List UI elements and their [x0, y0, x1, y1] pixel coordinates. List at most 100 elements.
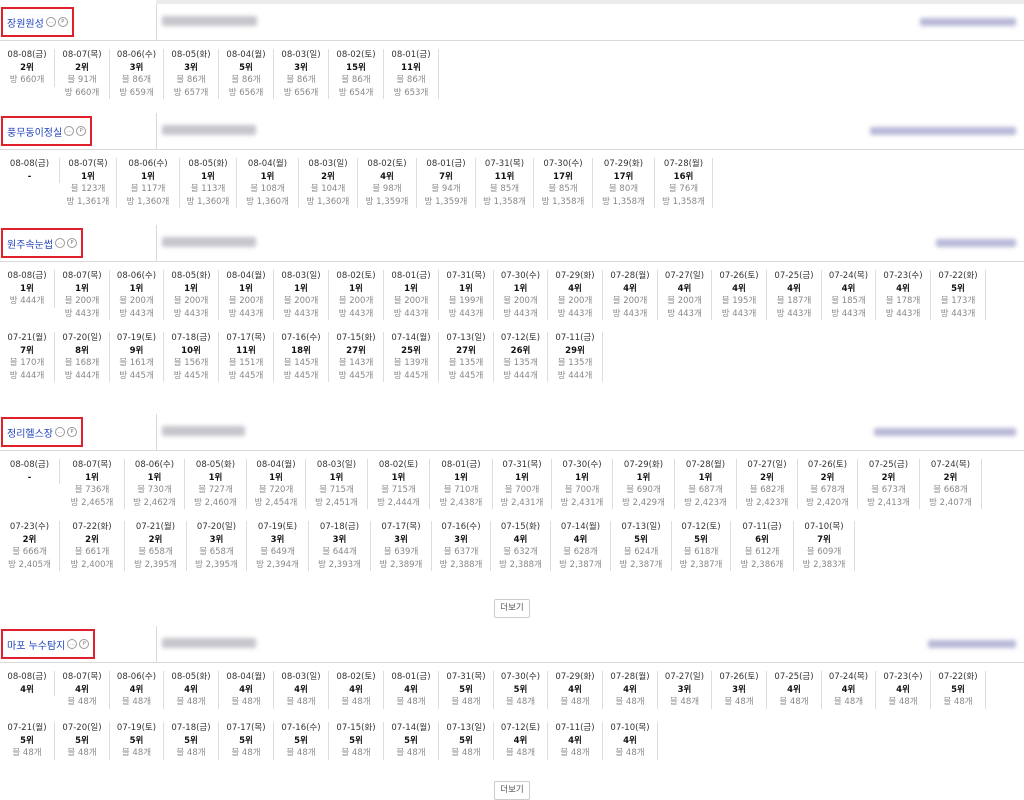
rank-cell: 08-07(목) 2위 블 91개 방 660개	[55, 49, 110, 99]
rank-value: 1위	[184, 283, 198, 294]
rank-value: 5위	[294, 735, 308, 746]
count-value: 블 715개	[381, 485, 416, 495]
count-value: 블 727개	[198, 485, 233, 495]
rank-value: 5위	[694, 534, 708, 545]
rank-cell: 08-05(화) 1위 블 727개 방 2,460개	[185, 459, 247, 509]
load-more-button[interactable]: 더보기	[494, 599, 530, 618]
rank-value: 1위	[269, 472, 283, 483]
date-label: 07-30(수)	[543, 159, 583, 169]
count-value: 방 443개	[448, 308, 484, 319]
rank-cell: 08-01(금) 1위 블 710개 방 2,438개	[430, 459, 493, 509]
rank-cell: 07-31(목) 1위 블 700개 방 2,431개	[493, 459, 552, 509]
date-label: 08-07(목)	[62, 50, 102, 60]
rank-cell: 08-04(월) 1위 블 720개 방 2,454개	[247, 459, 306, 509]
rank-cell: 07-12(토) 5위 블 618개 방 2,387개	[672, 521, 731, 571]
rank-value: 3위	[394, 534, 408, 545]
date-label: 07-13(일)	[446, 333, 486, 343]
keyword-label[interactable]: 마포 누수탐지	[7, 637, 65, 652]
more-icon[interactable]: …	[64, 126, 75, 136]
date-label: 07-30(수)	[500, 271, 541, 281]
date-label: 08-05(화)	[188, 159, 228, 169]
date-label: 07-27(일)	[664, 672, 705, 682]
date-label: 07-21(월)	[7, 333, 47, 343]
count-value: 블 609개	[806, 547, 842, 557]
date-label: 08-03(일)	[281, 672, 321, 682]
rank-cell: 07-28(월) 16위 블 76개 방 1,358개	[655, 158, 713, 208]
rank-cell: 08-05(화) 1위 블 113개 방 1,360개	[180, 158, 237, 208]
keyword-tag[interactable]: 원주속눈썹… P	[1, 228, 83, 258]
rank-cell: 07-12(토) 26위 블 135개 방 444개	[494, 332, 548, 382]
rank-value: 1위	[513, 283, 528, 294]
count-value: 블 48개	[560, 748, 590, 758]
date-label: 07-27(일)	[664, 271, 705, 281]
rank-cell: 07-29(화) 4위 블 48개	[548, 671, 603, 709]
count-value: 방 443개	[338, 308, 374, 319]
keyword-tag[interactable]: 마포 누수탐지… P	[1, 629, 96, 659]
pin-icon[interactable]: P	[67, 427, 77, 437]
rank-value: 1위	[515, 472, 529, 483]
rank-value: 1위	[141, 171, 155, 182]
rank-cell: 07-17(목) 3위 블 639개 방 2,389개	[371, 521, 432, 571]
rank-cell: 07-30(수) 17위 블 85개 방 1,358개	[534, 158, 593, 208]
keyword-label[interactable]: 원주속눈썹	[7, 236, 53, 251]
count-value: 방 654개	[338, 87, 374, 98]
rank-cell: 08-06(수) 1위 블 730개 방 2,462개	[125, 459, 185, 509]
count-value: 블 48개	[341, 748, 371, 758]
keyword-label[interactable]: 장원원성	[7, 15, 44, 30]
pin-icon[interactable]: P	[67, 238, 77, 248]
rank-value: 4위	[75, 684, 89, 695]
date-label: 08-08(금)	[7, 672, 47, 682]
redacted-title	[162, 638, 256, 648]
more-icon[interactable]: …	[45, 17, 56, 27]
more-icon[interactable]: …	[55, 238, 65, 248]
count-value: 방 443개	[831, 308, 866, 319]
rank-value: 2위	[321, 171, 335, 182]
count-value: 방 443개	[228, 308, 264, 319]
count-value: 블 200개	[173, 296, 209, 306]
rank-cell: 07-15(화) 27위 블 143개 방 445개	[329, 332, 384, 382]
redacted-link	[936, 239, 1016, 247]
load-more-button[interactable]: 더보기	[494, 781, 530, 800]
rank-value: 1위	[20, 283, 34, 294]
date-label: 07-12(토)	[681, 522, 721, 532]
date-label: 07-20(일)	[196, 522, 237, 532]
count-value: 블 123개	[70, 184, 106, 194]
rank-cell: 07-14(월) 5위 블 48개	[384, 722, 439, 760]
count-value: 블 48개	[615, 697, 645, 707]
date-label: 07-26(토)	[719, 672, 759, 682]
rank-value: 1위	[698, 472, 713, 483]
rank-value: 4위	[404, 684, 418, 695]
more-icon[interactable]: …	[67, 639, 78, 649]
count-value: 블 76개	[668, 184, 699, 194]
date-label: 07-25(금)	[774, 672, 814, 682]
rank-cell: 07-28(월) 1위 블 687개 방 2,423개	[675, 459, 737, 509]
rank-cell: 08-06(수) 4위 블 48개	[110, 671, 164, 709]
count-value: 블 715개	[319, 485, 354, 495]
redacted-link	[928, 640, 1016, 648]
rank-value: 2위	[881, 472, 896, 483]
rank-value: 4위	[623, 283, 637, 294]
rank-value: 25위	[401, 345, 421, 356]
date-label: 08-04(월)	[247, 159, 288, 169]
redacted-link	[874, 428, 1016, 436]
count-value: 방 445개	[338, 370, 374, 381]
redacted-title	[162, 125, 256, 135]
keyword-label[interactable]: 정리헬스장	[7, 425, 53, 440]
rank-cell: 07-22(화) 5위 블 48개	[931, 671, 986, 709]
rank-cell: 08-02(토) 1위 블 200개 방 443개	[329, 270, 384, 320]
count-value: 블 200개	[503, 296, 538, 306]
pin-icon[interactable]: P	[76, 126, 87, 136]
count-value: 블 86개	[396, 75, 426, 85]
more-icon[interactable]: …	[55, 427, 65, 437]
date-label: 08-02(토)	[367, 159, 407, 169]
keyword-tag[interactable]: 풍무동이정실… P	[1, 116, 93, 146]
rank-cell: 07-10(목) 4위 블 48개	[603, 722, 658, 760]
count-value: 블 48개	[833, 697, 864, 707]
keyword-tag[interactable]: 장원원성… P	[1, 7, 74, 37]
rank-value: 17위	[613, 171, 634, 182]
date-label: 07-27(일)	[747, 460, 787, 470]
keyword-tag[interactable]: 정리헬스장… P	[1, 417, 83, 447]
pin-icon[interactable]: P	[79, 639, 90, 649]
keyword-label[interactable]: 풍무동이정실	[7, 124, 62, 139]
pin-icon[interactable]: P	[57, 17, 68, 27]
